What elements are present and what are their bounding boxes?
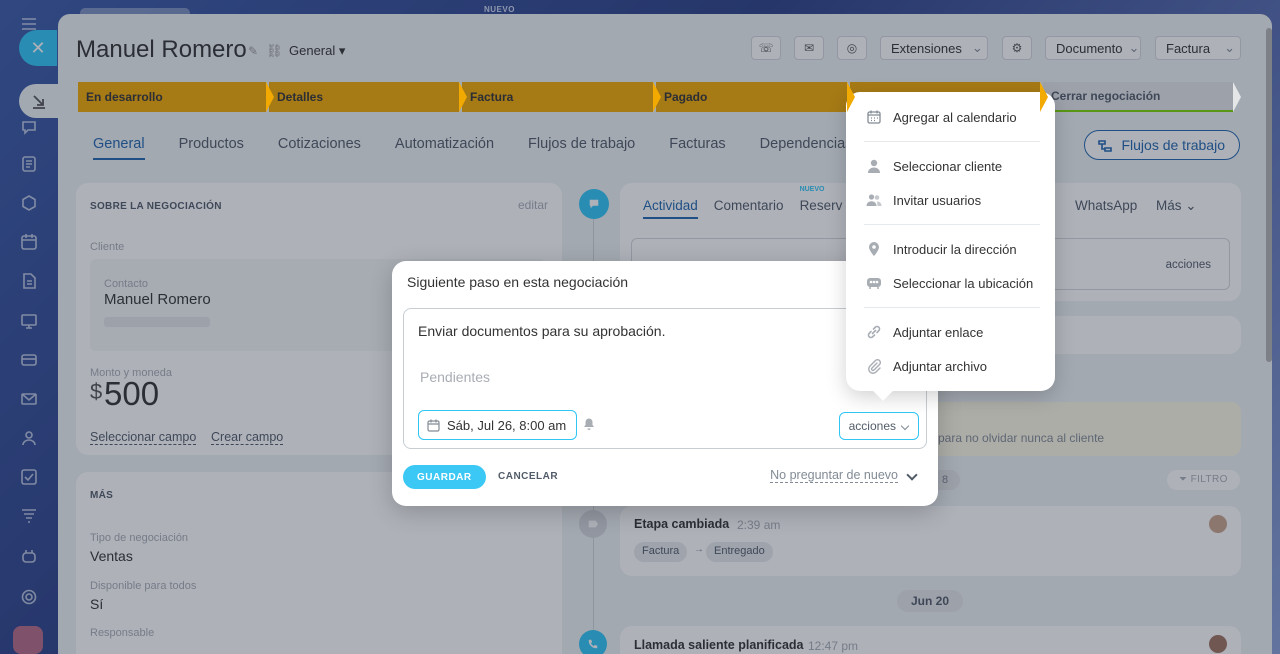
divider <box>864 141 1040 142</box>
menu-item-add-calendar[interactable]: Agregar al calendario <box>866 106 1017 128</box>
divider <box>864 224 1040 225</box>
modal-text[interactable]: Enviar documentos para su aprobación. <box>418 323 665 339</box>
people-icon <box>866 194 882 206</box>
menu-item-select-client[interactable]: Seleccionar cliente <box>866 155 1002 177</box>
bell-icon[interactable] <box>582 417 596 431</box>
paperclip-icon <box>868 358 882 374</box>
meeting-room-icon <box>867 278 881 289</box>
menu-item-invite-users[interactable]: Invitar usuarios <box>866 189 981 211</box>
cancel-button[interactable]: CANCELAR <box>498 471 558 482</box>
menu-item-label: Agregar al calendario <box>893 109 1017 125</box>
calendar-icon <box>867 110 881 124</box>
dont-ask-again-link[interactable]: No preguntar de nuevo <box>770 468 898 483</box>
calendar-icon <box>427 419 440 432</box>
deadline-date-label: Sáb, Jul 26, 8:00 am <box>447 417 567 433</box>
menu-item-label: Invitar usuarios <box>893 192 982 208</box>
menu-item-label: Introducir la dirección <box>893 241 1017 257</box>
modal-actions-dropdown[interactable]: acciones <box>838 412 919 440</box>
divider <box>864 307 1040 308</box>
menu-item-enter-address[interactable]: Introducir la dirección <box>866 238 1017 260</box>
menu-item-attach-file[interactable]: Adjuntar archivo <box>866 355 987 377</box>
pending-placeholder[interactable]: Pendientes <box>420 369 490 385</box>
save-button[interactable]: GUARDAR <box>403 465 486 489</box>
menu-item-label: Seleccionar cliente <box>893 158 1003 174</box>
menu-item-label: Adjuntar archivo <box>893 358 987 374</box>
location-pin-icon <box>869 242 879 256</box>
menu-item-label: Adjuntar enlace <box>893 324 984 340</box>
actions-popup-menu: Agregar al calendario Seleccionar client… <box>846 92 1055 391</box>
person-icon <box>868 159 880 173</box>
modal-title: Siguiente paso en esta negociación <box>407 274 629 290</box>
menu-item-attach-link[interactable]: Adjuntar enlace <box>866 321 983 343</box>
chevron-down-icon[interactable] <box>906 469 918 481</box>
menu-item-label: Seleccionar la ubicación <box>893 275 1034 291</box>
deadline-date-button[interactable]: Sáb, Jul 26, 8:00 am <box>418 410 578 440</box>
menu-item-select-location[interactable]: Seleccionar la ubicación <box>866 272 1033 294</box>
link-icon <box>867 325 881 339</box>
